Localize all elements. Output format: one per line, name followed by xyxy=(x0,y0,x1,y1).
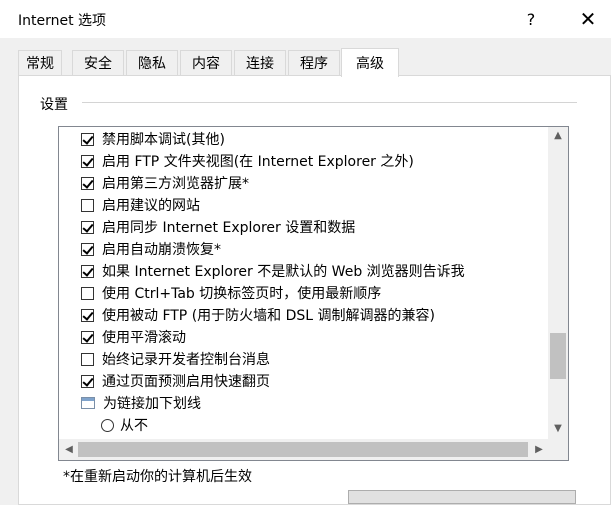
checkbox[interactable] xyxy=(81,242,94,256)
setting-underline-never[interactable]: 从不 xyxy=(101,414,549,436)
setting-third-party-extensions[interactable]: 启用第三方浏览器扩展* xyxy=(81,172,546,194)
setting-smooth-scrolling[interactable]: 使用平滑滚动 xyxy=(81,326,546,348)
tab-privacy[interactable]: 隐私 xyxy=(126,50,178,75)
checkbox[interactable] xyxy=(81,330,94,344)
settings-items: 禁用脚本调试(其他) 启用 FTP 文件夹视图(在 Internet Explo… xyxy=(59,127,549,439)
horizontal-scroll-thumb[interactable] xyxy=(78,442,528,457)
checkbox[interactable] xyxy=(81,132,94,146)
setting-label: 启用第三方浏览器扩展* xyxy=(102,176,249,192)
horizontal-scrollbar[interactable]: ◀ ▶ xyxy=(59,439,549,460)
setting-ctrl-tab-order[interactable]: 使用 Ctrl+Tab 切换标签页时，使用最新顺序 xyxy=(81,282,546,304)
tab-content[interactable]: 内容 xyxy=(180,50,232,75)
restore-advanced-settings-button[interactable] xyxy=(348,490,576,504)
setting-log-console-messages[interactable]: 始终记录开发者控制台消息 xyxy=(81,348,546,370)
settings-group-icon xyxy=(81,397,95,409)
group-label: 为链接加下划线 xyxy=(103,396,201,412)
settings-group-label: 设置 xyxy=(40,97,68,113)
setting-label: 启用自动崩溃恢复* xyxy=(102,242,221,258)
help-button[interactable]: ? xyxy=(508,0,554,38)
tab-general[interactable]: 常规 xyxy=(18,50,62,75)
tab-programs[interactable]: 程序 xyxy=(288,50,340,75)
vertical-scrollbar[interactable]: ▲ ▼ xyxy=(548,127,568,439)
radio-button[interactable] xyxy=(101,418,114,432)
setting-label: 启用同步 Internet Explorer 设置和数据 xyxy=(102,220,356,236)
checkbox[interactable] xyxy=(81,220,94,234)
checkbox[interactable] xyxy=(81,176,94,190)
group-divider xyxy=(82,102,577,103)
vertical-scroll-thumb[interactable] xyxy=(550,333,566,379)
setting-label: 使用平滑滚动 xyxy=(102,330,186,346)
setting-label: 如果 Internet Explorer 不是默认的 Web 浏览器则告诉我 xyxy=(102,264,465,280)
checkbox[interactable] xyxy=(81,374,94,388)
setting-label: 启用 FTP 文件夹视图(在 Internet Explorer 之外) xyxy=(102,154,414,170)
setting-group-underline-links: 为链接加下划线 xyxy=(81,392,546,414)
window-title: Internet 选项 xyxy=(18,13,107,29)
setting-label: 启用建议的网站 xyxy=(102,198,200,214)
setting-disable-script-debugging[interactable]: 禁用脚本调试(其他) xyxy=(81,128,546,150)
setting-label: 使用 Ctrl+Tab 切换标签页时，使用最新顺序 xyxy=(102,286,382,302)
checkbox[interactable] xyxy=(81,286,94,300)
close-button[interactable]: ✕ xyxy=(565,0,611,38)
setting-ftp-folder-view[interactable]: 启用 FTP 文件夹视图(在 Internet Explorer 之外) xyxy=(81,150,546,172)
scroll-right-icon[interactable]: ▶ xyxy=(529,441,549,458)
tab-advanced[interactable]: 高级 xyxy=(341,48,399,77)
checkbox[interactable] xyxy=(81,308,94,322)
checkbox[interactable] xyxy=(81,154,94,168)
title-bar: Internet 选项 ? ✕ xyxy=(0,0,611,38)
scrollbar-corner xyxy=(548,439,568,460)
tab-connections[interactable]: 连接 xyxy=(234,50,286,75)
setting-flip-ahead[interactable]: 通过页面预测启用快速翻页 xyxy=(81,370,546,392)
setting-crash-recovery[interactable]: 启用自动崩溃恢复* xyxy=(81,238,546,260)
setting-default-browser-notify[interactable]: 如果 Internet Explorer 不是默认的 Web 浏览器则告诉我 xyxy=(81,260,546,282)
settings-list[interactable]: 禁用脚本调试(其他) 启用 FTP 文件夹视图(在 Internet Explo… xyxy=(58,126,569,461)
setting-label: 通过页面预测启用快速翻页 xyxy=(102,374,270,390)
checkbox[interactable] xyxy=(81,352,94,366)
setting-suggested-sites[interactable]: 启用建议的网站 xyxy=(81,194,546,216)
restart-note: *在重新启动你的计算机后生效 xyxy=(63,469,252,485)
setting-label: 禁用脚本调试(其他) xyxy=(102,132,225,148)
checkbox[interactable] xyxy=(81,264,94,278)
scroll-up-icon[interactable]: ▲ xyxy=(548,127,568,144)
scroll-left-icon[interactable]: ◀ xyxy=(59,441,79,458)
tab-security[interactable]: 安全 xyxy=(72,50,124,75)
setting-label: 从不 xyxy=(120,418,148,434)
setting-sync-settings[interactable]: 启用同步 Internet Explorer 设置和数据 xyxy=(81,216,546,238)
setting-label: 始终记录开发者控制台消息 xyxy=(102,352,270,368)
setting-label: 使用被动 FTP (用于防火墙和 DSL 调制解调器的兼容) xyxy=(102,308,435,324)
scroll-down-icon[interactable]: ▼ xyxy=(548,420,568,437)
checkbox[interactable] xyxy=(81,198,94,212)
setting-passive-ftp[interactable]: 使用被动 FTP (用于防火墙和 DSL 调制解调器的兼容) xyxy=(81,304,546,326)
